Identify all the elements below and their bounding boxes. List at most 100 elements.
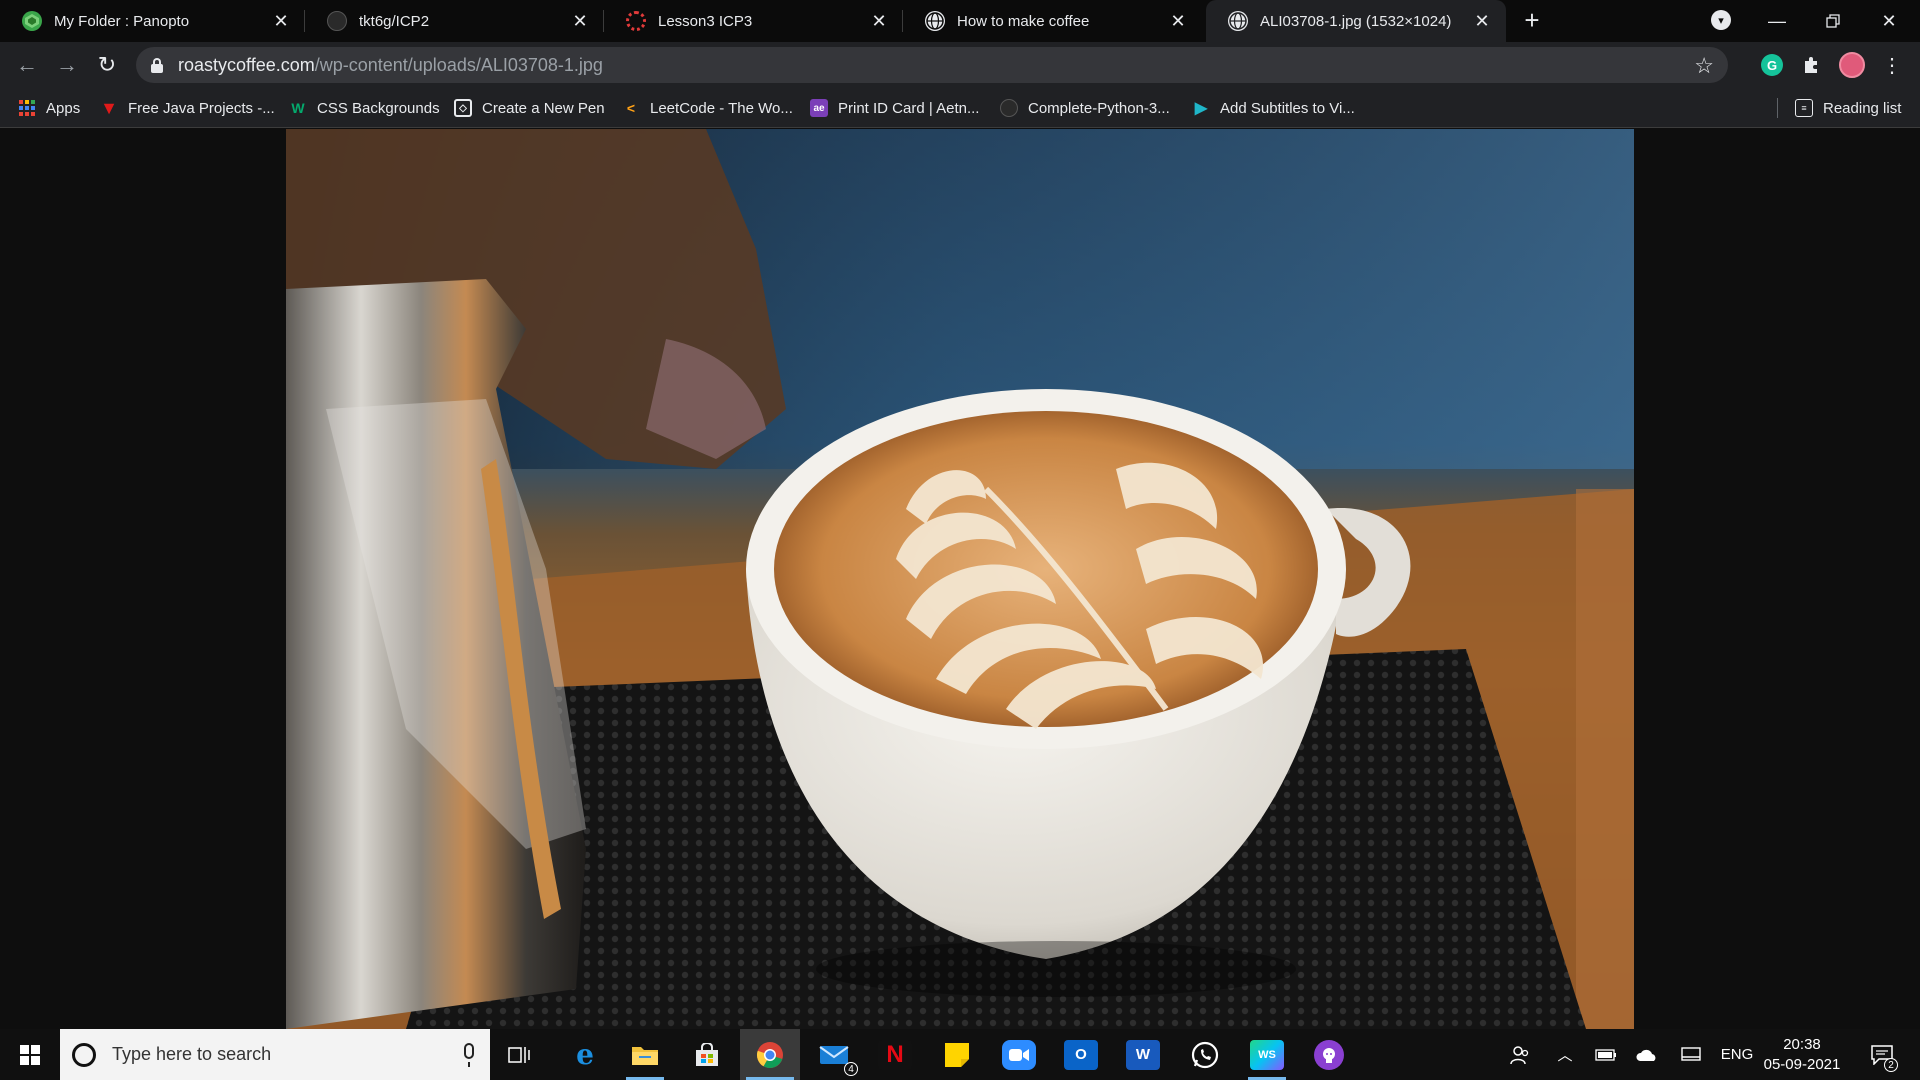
tab-github-icp2[interactable]: tkt6g/ICP2 ✕	[305, 0, 604, 42]
outlook-icon: O	[1064, 1039, 1098, 1070]
lock-icon	[150, 57, 164, 73]
bookmark-print-id-card[interactable]: ae Print ID Card | Aetn...	[810, 88, 979, 128]
restore-button[interactable]	[1806, 0, 1860, 42]
address-bar[interactable]: roastycoffee.com/wp-content/uploads/ALI0…	[136, 47, 1728, 83]
bookmark-css-backgrounds[interactable]: W CSS Backgrounds	[289, 88, 439, 128]
task-view-button[interactable]	[498, 1029, 540, 1080]
taskbar-search-input[interactable]: Type here to search	[60, 1029, 490, 1080]
taskbar-whatsapp[interactable]	[1180, 1029, 1230, 1080]
taskbar-edge[interactable]: e	[560, 1029, 610, 1080]
windows-logo-icon	[20, 1044, 40, 1065]
aetn-icon: ae	[810, 99, 828, 117]
close-icon[interactable]: ✕	[869, 11, 889, 31]
taskbar-zoom[interactable]	[994, 1029, 1044, 1080]
tab-how-to-make-coffee[interactable]: How to make coffee ✕	[903, 0, 1202, 42]
bookmarks-bar: Apps ▼ Free Java Projects -... W CSS Bac…	[0, 88, 1920, 128]
reload-button[interactable]: ↻	[92, 50, 122, 80]
tab-title: How to make coffee	[957, 12, 1090, 30]
bookmark-add-subtitles[interactable]: ▶ Add Subtitles to Vi...	[1192, 88, 1355, 128]
close-icon[interactable]: ✕	[271, 11, 291, 31]
taskbar-chrome[interactable]	[740, 1029, 800, 1080]
bookmark-label: Apps	[46, 99, 81, 117]
tab-title: ALI03708-1.jpg (1532×1024)	[1260, 12, 1452, 30]
tab-title: My Folder : Panopto	[54, 12, 190, 30]
action-center-button[interactable]: 2	[1862, 1029, 1902, 1080]
taskbar-netflix[interactable]: N	[870, 1029, 920, 1080]
github-icon	[327, 11, 347, 31]
bookmark-leetcode[interactable]: < LeetCode - The Wo...	[622, 88, 793, 128]
minimize-button[interactable]: —	[1750, 0, 1804, 42]
taskbar-github-desktop[interactable]	[1304, 1029, 1354, 1080]
clock-date: 05-09-2021	[1763, 1056, 1841, 1073]
leetcode-icon: <	[626, 100, 636, 116]
show-hidden-icons-chevron-icon[interactable]: ︿	[1550, 1029, 1580, 1080]
coffee-photo[interactable]	[286, 129, 1634, 1029]
tab-search-icon[interactable]: ▾	[1711, 10, 1731, 30]
menu-kebab-icon[interactable]: ⋮	[1877, 50, 1907, 80]
bookmarks-divider	[1777, 98, 1778, 118]
codepen-icon: ◇	[454, 99, 472, 117]
url-host: roastycoffee.com	[178, 54, 315, 75]
taskbar-webstorm[interactable]: WS	[1242, 1029, 1292, 1080]
bookmark-free-java-projects[interactable]: ▼ Free Java Projects -...	[100, 88, 275, 128]
bookmark-complete-python[interactable]: Complete-Python-3...	[1000, 88, 1170, 128]
grammarly-extension-button[interactable]: G	[1757, 50, 1787, 80]
back-button[interactable]: ←	[12, 50, 42, 80]
battery-icon[interactable]	[1590, 1029, 1622, 1080]
taskbar-mail[interactable]: 4	[808, 1029, 860, 1080]
globe-icon	[925, 11, 945, 31]
cortana-ring-icon	[72, 1042, 96, 1067]
microphone-icon[interactable]	[464, 1043, 474, 1067]
apps-grid-icon	[18, 99, 36, 117]
avatar	[1839, 52, 1865, 78]
tab-ali03708-image[interactable]: ALI03708-1.jpg (1532×1024) ✕	[1206, 0, 1506, 42]
tab-panopto[interactable]: My Folder : Panopto ✕	[0, 0, 305, 42]
taskbar-sticky-notes[interactable]	[932, 1029, 982, 1080]
notifications-badge: 2	[1884, 1058, 1898, 1072]
edge-icon: e	[576, 1038, 594, 1071]
profile-avatar[interactable]	[1837, 50, 1867, 80]
close-window-button[interactable]: ✕	[1862, 0, 1916, 42]
taskbar-word[interactable]: W	[1118, 1029, 1168, 1080]
tab-lesson3[interactable]: Lesson3 ICP3 ✕	[604, 0, 903, 42]
bookmark-label: Free Java Projects -...	[128, 99, 275, 117]
forward-button[interactable]: →	[52, 50, 82, 80]
reading-list-button[interactable]: ≡ Reading list	[1795, 88, 1901, 128]
close-icon[interactable]: ✕	[570, 11, 590, 31]
new-tab-button[interactable]: +	[1518, 7, 1546, 35]
w3-icon: W	[291, 100, 305, 116]
sticky-notes-icon	[940, 1040, 974, 1070]
ring-icon	[626, 11, 646, 31]
github-desktop-icon	[1314, 1039, 1344, 1070]
bookmark-star-icon[interactable]: ☆	[1694, 53, 1714, 79]
taskbar-store[interactable]	[682, 1029, 732, 1080]
taskbar-outlook[interactable]: O	[1056, 1029, 1106, 1080]
bookmark-label: Add Subtitles to Vi...	[1220, 99, 1355, 117]
panopto-icon	[22, 11, 42, 31]
globe-icon	[1228, 11, 1248, 31]
bookmark-apps[interactable]: Apps	[18, 88, 80, 128]
language-indicator[interactable]: ENG	[1718, 1029, 1756, 1080]
close-icon[interactable]: ✕	[1168, 11, 1188, 31]
bookmark-label: Complete-Python-3...	[1028, 99, 1170, 117]
clock[interactable]: 20:38 05-09-2021	[1756, 1035, 1848, 1075]
task-view-icon	[508, 1046, 530, 1063]
chrome-icon	[753, 1040, 787, 1070]
tab-title: tkt6g/ICP2	[359, 12, 430, 30]
onedrive-cloud-icon[interactable]	[1630, 1029, 1664, 1080]
people-icon[interactable]	[1502, 1029, 1538, 1080]
bookmark-label: LeetCode - The Wo...	[650, 99, 793, 117]
network-icon[interactable]	[1674, 1029, 1708, 1080]
clock-time: 20:38	[1783, 1036, 1821, 1053]
store-bag-icon	[690, 1040, 724, 1070]
url-path: /wp-content/uploads/ALI03708-1.jpg	[314, 54, 603, 75]
word-icon: W	[1126, 1039, 1160, 1070]
page-viewport	[0, 129, 1920, 1029]
taskbar-file-explorer[interactable]	[620, 1029, 670, 1080]
close-icon[interactable]: ✕	[1472, 11, 1492, 31]
start-button[interactable]	[0, 1029, 60, 1080]
grammarly-icon: G	[1761, 54, 1783, 76]
bookmark-create-new-pen[interactable]: ◇ Create a New Pen	[454, 88, 605, 128]
extensions-puzzle-icon[interactable]	[1797, 50, 1827, 80]
bookmark-label: Print ID Card | Aetn...	[838, 99, 980, 117]
